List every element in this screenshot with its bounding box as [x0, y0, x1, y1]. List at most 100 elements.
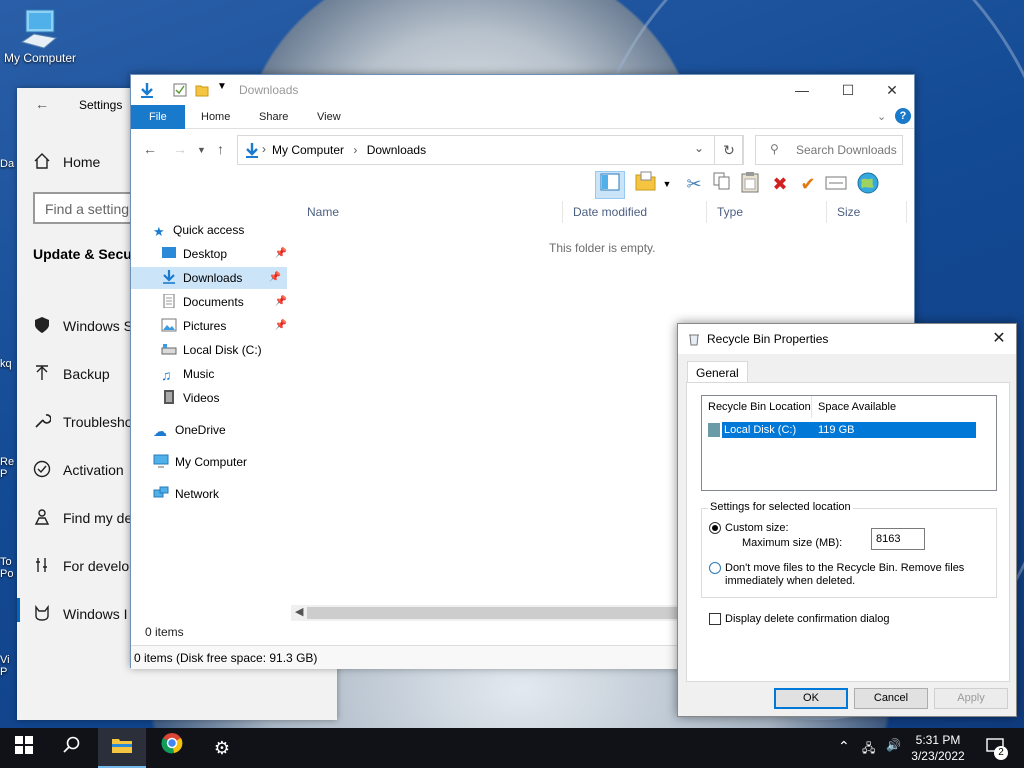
breadcrumb-my-computer[interactable]: My Computer [272, 143, 344, 157]
ok-button[interactable]: OK [774, 688, 848, 709]
confirm-label: Display delete confirmation dialog [725, 613, 890, 625]
up-icon[interactable]: ↑ [217, 141, 224, 157]
nav-videos[interactable]: Videos [161, 387, 293, 409]
backup-arrow-icon [36, 365, 48, 380]
check-circle-icon [33, 460, 51, 478]
minimize-icon[interactable]: — [779, 75, 825, 105]
sidebar-item-windows-insider[interactable]: Windows I [33, 604, 128, 622]
column-location[interactable]: Recycle Bin Location [702, 396, 812, 418]
maximize-icon[interactable]: ☐ [825, 75, 871, 105]
nav-pictures[interactable]: Pictures 📌 [161, 315, 293, 337]
row-location: Local Disk (C:) [724, 424, 797, 436]
recent-dropdown-icon[interactable]: ▼ [197, 145, 206, 155]
settings-home[interactable]: Home [33, 152, 100, 170]
preview-pane-icon[interactable] [595, 171, 625, 199]
confirm-checkbox[interactable] [709, 613, 721, 625]
help-icon[interactable]: ? [895, 108, 911, 124]
nav-label: Network [175, 487, 220, 501]
download-arrow-icon [141, 83, 153, 98]
qat-dropdown-icon[interactable]: ▼ [217, 81, 227, 92]
tab-share[interactable]: Share [249, 105, 298, 129]
new-item-icon[interactable] [633, 171, 659, 197]
search-input[interactable]: ⚲ Search Downloads [755, 135, 903, 165]
ribbon-expand-icon[interactable]: ⌄ [877, 110, 886, 123]
column-size[interactable]: Size [827, 201, 907, 223]
recycle-bin-icon [689, 334, 699, 346]
column-space[interactable]: Space Available [812, 396, 902, 418]
properties-check-icon[interactable] [173, 83, 187, 97]
desktop-fragment: kq [0, 358, 12, 370]
sidebar-item-label: Activation [63, 462, 124, 478]
close-icon[interactable]: ✕ [982, 324, 1016, 354]
search-icon[interactable] [48, 728, 96, 768]
sidebar-item-troubleshoot[interactable]: Troublesho [33, 412, 133, 430]
monitor-icon [153, 454, 169, 468]
rename-icon[interactable] [823, 171, 849, 197]
network-icon[interactable]: 🖧 [862, 739, 875, 760]
breadcrumb-downloads[interactable]: Downloads [367, 143, 426, 157]
nav-quick-access[interactable]: ★ Quick access [153, 219, 285, 241]
column-type[interactable]: Type [707, 201, 827, 223]
back-arrow-icon[interactable]: ← [35, 96, 49, 112]
file-explorer-icon[interactable] [98, 728, 146, 768]
tab-home[interactable]: Home [191, 105, 240, 129]
sidebar-item-for-developers[interactable]: For develo [33, 556, 129, 574]
nav-music[interactable]: ♫ Music [161, 363, 293, 385]
start-windows-icon[interactable] [0, 728, 48, 768]
nav-local-disk[interactable]: Local Disk (C:) [161, 339, 293, 361]
close-icon[interactable]: ✕ [869, 75, 915, 105]
forward-icon[interactable]: → [173, 141, 187, 157]
settings-gear-icon[interactable]: ⚙ [198, 728, 246, 768]
refresh-icon[interactable]: ↻ [714, 135, 744, 165]
ribbon-tabs: File Home Share View ⌄ ? [131, 105, 914, 129]
scroll-left-icon[interactable]: ◀ [295, 605, 303, 618]
cancel-button[interactable]: Cancel [854, 688, 928, 709]
document-icon [163, 294, 175, 308]
nav-documents[interactable]: Documents 📌 [161, 291, 293, 313]
tab-file[interactable]: File [131, 105, 185, 129]
nav-label: Music [183, 367, 215, 381]
new-folder-icon[interactable] [195, 83, 209, 97]
address-bar[interactable]: › My Computer › Downloads ⌄ [237, 135, 743, 165]
globe-icon[interactable] [855, 171, 881, 197]
nav-my-computer[interactable]: My Computer [153, 451, 285, 473]
location-list[interactable]: Recycle Bin Location Space Available Loc… [701, 395, 997, 491]
back-icon[interactable]: ← [143, 141, 157, 157]
nav-downloads[interactable]: Downloads 📌 [131, 267, 287, 289]
chevron-up-icon[interactable]: ⌃ [838, 738, 850, 755]
new-item-dropdown-icon[interactable]: ▼ [661, 171, 673, 197]
apply-button[interactable]: Apply [934, 688, 1008, 709]
column-name[interactable]: Name [297, 201, 563, 223]
pin-icon: 📌 [268, 272, 281, 283]
horizontal-scrollbar[interactable]: ◀ [291, 605, 677, 621]
notifications-icon[interactable]: 2 [984, 738, 1008, 760]
column-date-modified[interactable]: Date modified [563, 201, 707, 223]
volume-icon[interactable]: 🔊 [886, 738, 901, 752]
list-item[interactable]: Local Disk (C:) 119 GB [708, 422, 976, 438]
cut-icon[interactable]: ✂ [681, 171, 707, 197]
sidebar-item-backup[interactable]: Backup [33, 364, 110, 382]
address-dropdown-icon[interactable]: ⌄ [694, 141, 704, 155]
clock[interactable]: 5:31 PM 3/23/2022 [906, 732, 970, 764]
settings-home-label: Home [63, 154, 101, 170]
picture-icon [161, 318, 177, 332]
dont-move-label-2: immediately when deleted. [725, 575, 856, 587]
nav-desktop[interactable]: Desktop 📌 [161, 243, 293, 265]
paste-icon[interactable] [737, 171, 763, 197]
copy-icon[interactable] [709, 171, 735, 197]
delete-icon[interactable]: ✖ [767, 171, 793, 197]
desktop-icon-my-computer[interactable]: My Computer [0, 8, 80, 65]
nav-onedrive[interactable]: ☁ OneDrive [153, 419, 285, 441]
dont-move-radio[interactable] [709, 562, 721, 574]
sidebar-item-find-my-device[interactable]: Find my de [33, 508, 132, 526]
tab-view[interactable]: View [307, 105, 351, 129]
max-size-input[interactable]: 8163 [871, 528, 925, 550]
custom-size-radio[interactable] [709, 522, 721, 534]
chrome-icon[interactable] [148, 728, 196, 768]
checkmark-icon[interactable]: ✔ [795, 171, 821, 197]
tab-general[interactable]: General [687, 361, 748, 383]
sidebar-item-windows-security[interactable]: Windows S [33, 316, 133, 334]
nav-network[interactable]: Network [153, 483, 285, 505]
sidebar-item-activation[interactable]: Activation [33, 460, 124, 478]
scroll-thumb[interactable] [307, 607, 677, 619]
